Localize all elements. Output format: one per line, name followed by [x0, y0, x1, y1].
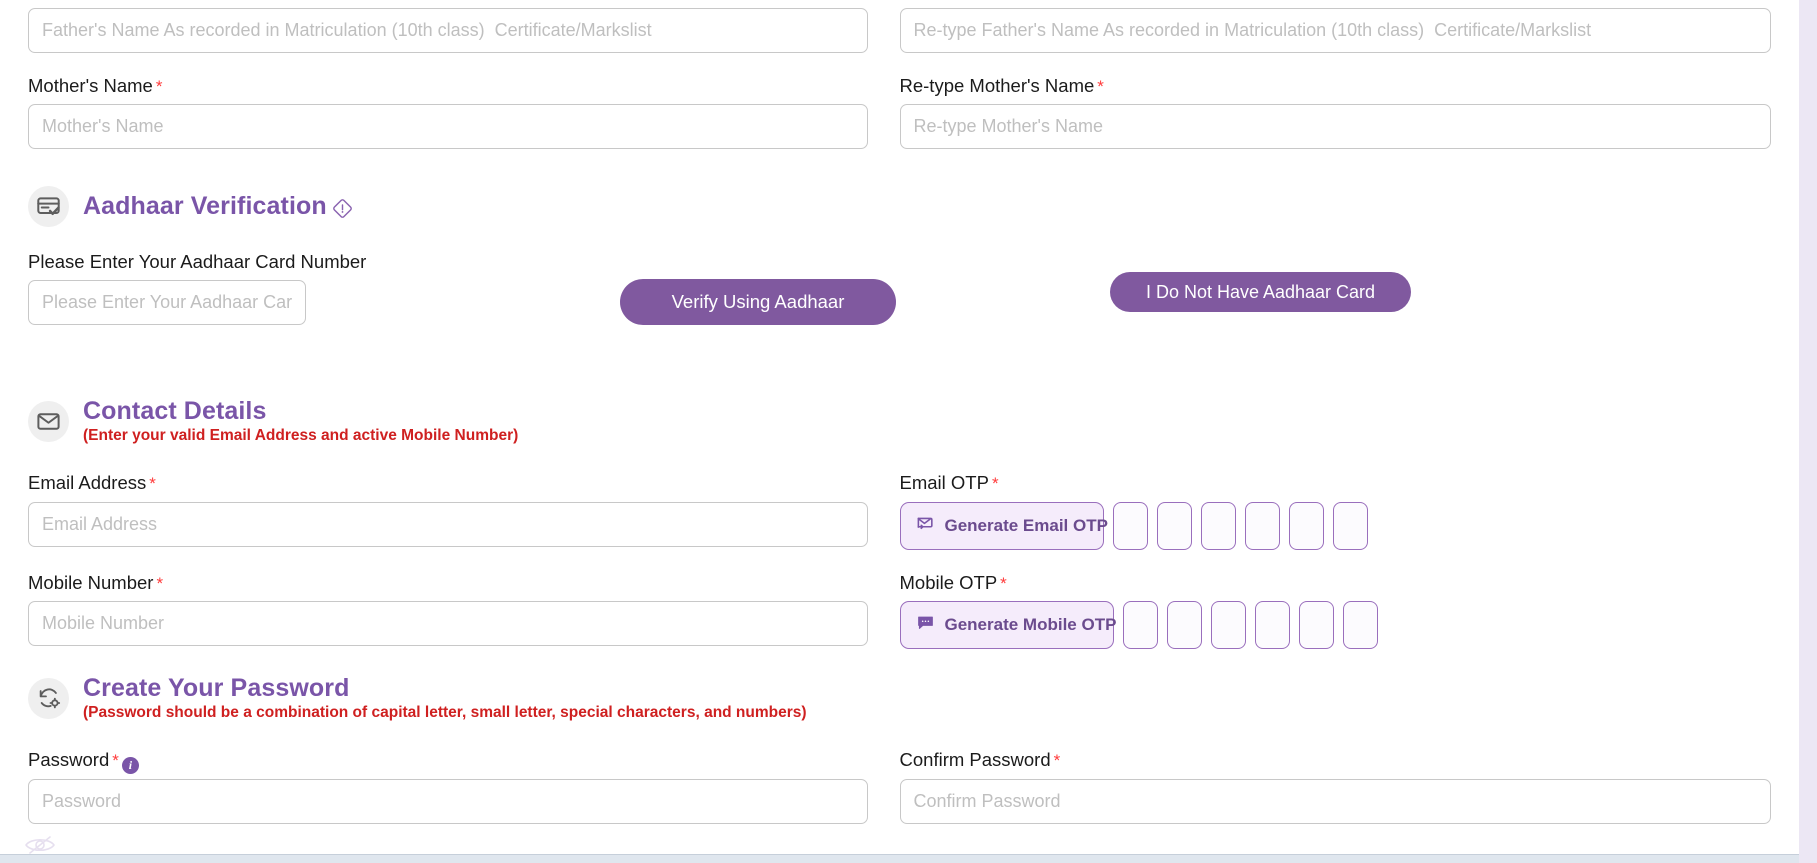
- contact-section-header: Contact Details (Enter your valid Email …: [28, 397, 1771, 445]
- confirm-password-field-group: Confirm Password*: [900, 749, 1772, 823]
- mobile-label: Mobile Number*: [28, 572, 868, 594]
- password-row: Password*i Confirm Password*: [28, 749, 1771, 823]
- password-input[interactable]: [28, 779, 868, 824]
- retype-mother-name-input[interactable]: [900, 104, 1772, 149]
- email-otp-box-2[interactable]: [1157, 502, 1192, 550]
- email-otp-group: Email OTP* Generat: [900, 472, 1772, 549]
- mobile-otp-box-5[interactable]: [1299, 601, 1334, 649]
- mobile-otp-box-6[interactable]: [1343, 601, 1378, 649]
- email-otp-row: Generate Email OTP: [900, 502, 1772, 550]
- generate-mobile-otp-button[interactable]: Generate Mobile OTP: [900, 601, 1114, 649]
- mobile-field-group: Mobile Number*: [28, 572, 900, 649]
- chat-bubble-icon: [916, 613, 935, 637]
- email-otp-box-4[interactable]: [1245, 502, 1280, 550]
- email-input[interactable]: [28, 502, 868, 547]
- password-section-title: Create Your Password: [83, 674, 807, 703]
- mobile-label-text: Mobile Number: [28, 572, 153, 593]
- bottom-divider: [0, 854, 1799, 863]
- email-otp-label: Email OTP*: [900, 472, 1772, 494]
- password-label-text: Password: [28, 749, 109, 770]
- required-asterisk: *: [156, 574, 163, 593]
- aadhaar-number-input[interactable]: [28, 280, 306, 325]
- email-otp-box-3[interactable]: [1201, 502, 1236, 550]
- aadhaar-field-group: Please Enter Your Aadhaar Card Number: [28, 251, 1771, 325]
- info-icon[interactable]: i: [122, 757, 139, 774]
- contact-section-text: Contact Details (Enter your valid Email …: [83, 397, 518, 445]
- mother-name-field-group: Mother's Name*: [28, 75, 900, 149]
- confirm-password-label-text: Confirm Password: [900, 749, 1051, 770]
- mother-name-input[interactable]: [28, 104, 868, 149]
- email-otp-box-1[interactable]: [1113, 502, 1148, 550]
- required-asterisk: *: [1097, 77, 1104, 96]
- warning-diamond-icon: [331, 197, 354, 220]
- aadhaar-section-title: Aadhaar Verification: [83, 192, 354, 221]
- mobile-otp-box-3[interactable]: [1211, 601, 1246, 649]
- mobile-otp-row: Generate Mobile OTP: [900, 601, 1772, 649]
- password-reset-gear-icon: [28, 678, 69, 719]
- aadhaar-number-label: Please Enter Your Aadhaar Card Number: [28, 251, 1771, 273]
- mobile-otp-label-text: Mobile OTP: [900, 572, 998, 593]
- contact-section-note: (Enter your valid Email Address and acti…: [83, 427, 518, 445]
- mother-name-label: Mother's Name*: [28, 75, 868, 97]
- retype-mother-name-label-text: Re-type Mother's Name: [900, 75, 1095, 96]
- aadhaar-section-header: Aadhaar Verification: [28, 186, 1771, 227]
- email-label: Email Address*: [28, 472, 868, 494]
- envelope-icon: [28, 401, 69, 442]
- registration-form-page: Mother's Name* Re-type Mother's Name*: [0, 0, 1817, 863]
- email-label-text: Email Address: [28, 472, 146, 493]
- email-otp-box-6[interactable]: [1333, 502, 1368, 550]
- password-section-note: (Password should be a combination of cap…: [83, 704, 807, 722]
- password-section-text: Create Your Password (Password should be…: [83, 674, 807, 722]
- father-name-input[interactable]: [28, 8, 868, 53]
- retype-mother-name-field-group: Re-type Mother's Name*: [900, 75, 1772, 149]
- mobile-otp-box-4[interactable]: [1255, 601, 1290, 649]
- mobile-otp-box-1[interactable]: [1123, 601, 1158, 649]
- generate-email-otp-label: Generate Email OTP: [945, 516, 1108, 536]
- aadhaar-section-title-text: Aadhaar Verification: [83, 192, 327, 221]
- card-check-icon: [28, 186, 69, 227]
- email-field-group: Email Address*: [28, 472, 900, 549]
- required-asterisk: *: [992, 474, 999, 493]
- form-content: Mother's Name* Re-type Mother's Name*: [0, 0, 1799, 854]
- mobile-row: Mobile Number* Mobile OTP*: [28, 572, 1771, 649]
- retype-father-name-input[interactable]: [900, 8, 1772, 53]
- password-section-header: Create Your Password (Password should be…: [28, 674, 1771, 722]
- required-asterisk: *: [1000, 574, 1007, 593]
- confirm-password-label: Confirm Password*: [900, 749, 1772, 771]
- mobile-otp-label: Mobile OTP*: [900, 572, 1772, 594]
- father-name-field-group: [28, 8, 900, 53]
- mobile-otp-group: Mobile OTP* Generate Mobile OTP: [900, 572, 1772, 649]
- password-field-group: Password*i: [28, 749, 900, 823]
- eye-slash-icon[interactable]: [24, 834, 56, 856]
- required-asterisk: *: [156, 77, 163, 96]
- retype-father-name-field-group: [900, 8, 1772, 53]
- generate-mobile-otp-label: Generate Mobile OTP: [945, 615, 1117, 635]
- father-name-row: [28, 0, 1771, 53]
- email-otp-box-5[interactable]: [1289, 502, 1324, 550]
- email-row: Email Address* Email OTP*: [28, 472, 1771, 549]
- retype-mother-name-label: Re-type Mother's Name*: [900, 75, 1772, 97]
- confirm-password-input[interactable]: [900, 779, 1772, 824]
- password-label: Password*i: [28, 749, 868, 771]
- mother-name-label-text: Mother's Name: [28, 75, 153, 96]
- aadhaar-input-row: [28, 280, 1771, 325]
- verify-using-aadhaar-button[interactable]: Verify Using Aadhaar: [620, 279, 896, 325]
- required-asterisk: *: [149, 474, 156, 493]
- page-right-gutter: [1799, 0, 1817, 863]
- contact-section-title: Contact Details: [83, 397, 518, 426]
- mobile-input[interactable]: [28, 601, 868, 646]
- generate-email-otp-button[interactable]: Generate Email OTP: [900, 502, 1104, 550]
- mother-name-row: Mother's Name* Re-type Mother's Name*: [28, 75, 1771, 149]
- email-otp-label-text: Email OTP: [900, 472, 989, 493]
- required-asterisk: *: [1054, 751, 1061, 770]
- mobile-otp-box-2[interactable]: [1167, 601, 1202, 649]
- no-aadhaar-card-button[interactable]: I Do Not Have Aadhaar Card: [1110, 272, 1411, 312]
- envelope-send-icon: [916, 514, 935, 538]
- required-asterisk: *: [112, 751, 119, 770]
